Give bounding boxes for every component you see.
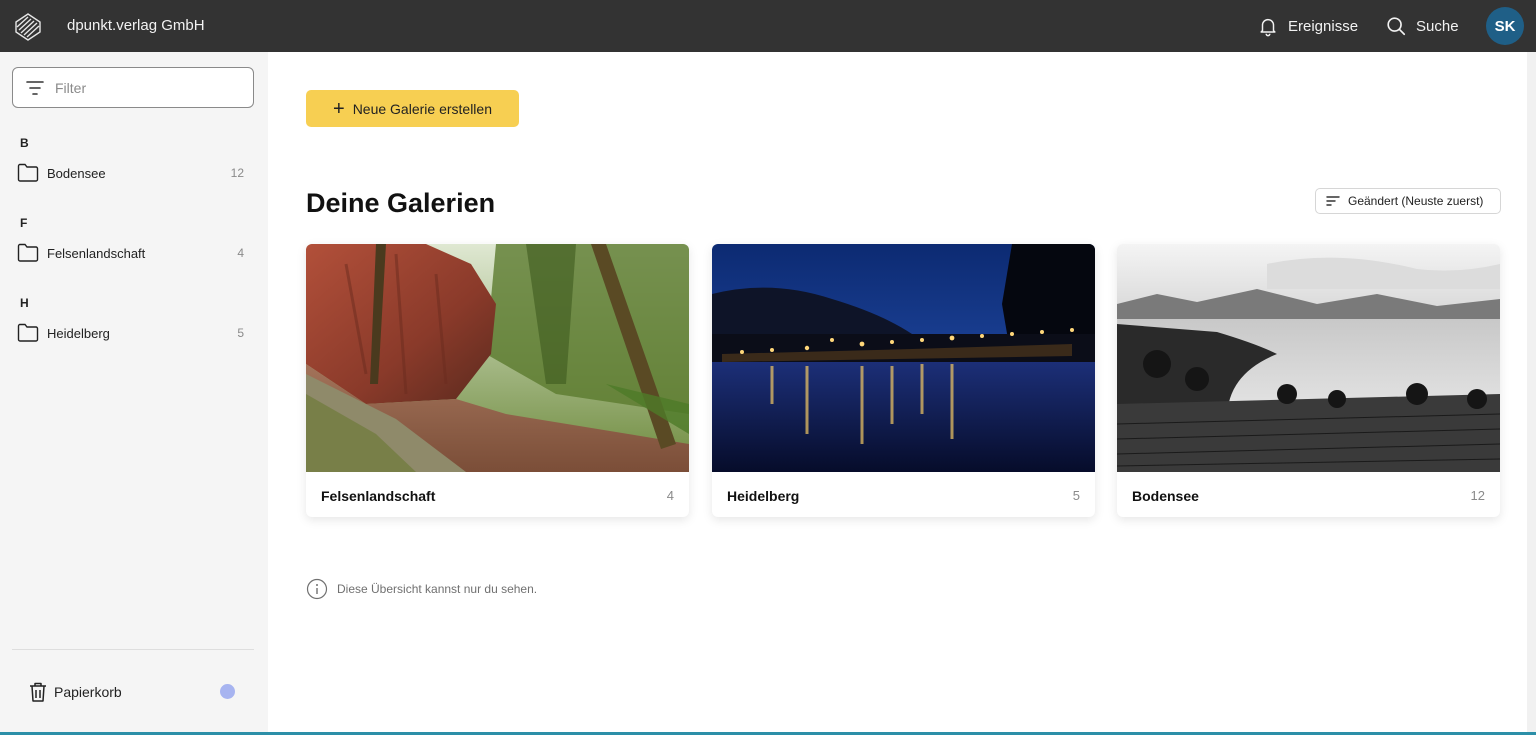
trash-status-dot	[220, 684, 235, 699]
search-icon	[1387, 17, 1406, 36]
filter-input[interactable]	[55, 76, 245, 100]
gallery-title: Bodensee	[1132, 488, 1199, 504]
filter-field[interactable]	[12, 67, 254, 108]
gallery-count: 4	[666, 488, 674, 503]
sidebar-item-label: Bodensee	[47, 165, 106, 181]
sort-button[interactable]: Geändert (Neuste zuerst)	[1315, 188, 1501, 214]
info-icon	[306, 578, 328, 600]
visibility-info: Diese Übersicht kannst nur du sehen.	[306, 578, 537, 600]
sidebar-item-label: Heidelberg	[47, 325, 110, 341]
search-button[interactable]: Suche	[1385, 13, 1459, 39]
info-text: Diese Übersicht kannst nur du sehen.	[337, 582, 538, 596]
folder-icon	[17, 323, 39, 342]
sidebar-item-count: 12	[230, 166, 244, 180]
gallery-thumbnail	[306, 244, 689, 472]
gallery-title: Heidelberg	[727, 488, 800, 504]
sidebar-item-count: 4	[237, 246, 244, 260]
plus-icon: +	[333, 97, 345, 120]
trash-button[interactable]: Papierkorb	[28, 680, 238, 704]
scrollbar[interactable]	[1527, 52, 1536, 732]
events-button[interactable]: Ereignisse	[1257, 13, 1358, 39]
events-label: Ereignisse	[1288, 17, 1359, 35]
top-bar: dpunkt.verlag GmbH Ereignisse Suche SK	[0, 0, 1536, 52]
trash-label: Papierkorb	[54, 684, 122, 700]
sidebar-divider	[12, 649, 254, 650]
group-letter-h: H	[20, 296, 29, 310]
gallery-thumbnail	[1117, 244, 1500, 472]
folder-icon	[17, 243, 39, 262]
gallery-card-heidelberg[interactable]: Heidelberg 5	[712, 244, 1095, 517]
sidebar-item-heidelberg[interactable]: Heidelberg 5	[16, 319, 248, 347]
gallery-thumbnail	[712, 244, 1095, 472]
sidebar: B Bodensee 12 F Felsenlandschaft 4 H Hei…	[0, 52, 268, 735]
sort-lines-icon	[1326, 196, 1340, 206]
gallery-count: 12	[1470, 488, 1485, 503]
page-title: Deine Galerien	[306, 188, 496, 218]
sort-label: Geändert (Neuste zuerst)	[1348, 194, 1484, 208]
search-label: Suche	[1416, 17, 1459, 35]
sidebar-item-felsenlandschaft[interactable]: Felsenlandschaft 4	[16, 239, 248, 267]
gallery-card-bodensee[interactable]: Bodensee 12	[1117, 244, 1500, 517]
company-name: dpunkt.verlag GmbH	[67, 17, 205, 34]
filter-lines-icon	[26, 81, 44, 95]
sidebar-item-label: Felsenlandschaft	[47, 245, 146, 261]
group-letter-f: F	[20, 216, 28, 230]
trash-icon	[30, 682, 46, 702]
new-gallery-label: Neue Galerie erstellen	[352, 100, 492, 117]
sidebar-item-count: 5	[237, 326, 244, 340]
gallery-count: 5	[1072, 488, 1080, 503]
app-logo-icon[interactable]	[12, 10, 44, 42]
gallery-card-felsenlandschaft[interactable]: Felsenlandschaft 4	[306, 244, 689, 517]
new-gallery-button[interactable]: + Neue Galerie erstellen	[306, 90, 519, 127]
group-letter-b: B	[20, 136, 29, 150]
bell-icon	[1260, 18, 1276, 37]
gallery-title: Felsenlandschaft	[321, 488, 436, 504]
folder-icon	[17, 163, 39, 182]
sidebar-item-bodensee[interactable]: Bodensee 12	[16, 159, 248, 187]
user-avatar[interactable]: SK	[1486, 7, 1524, 45]
